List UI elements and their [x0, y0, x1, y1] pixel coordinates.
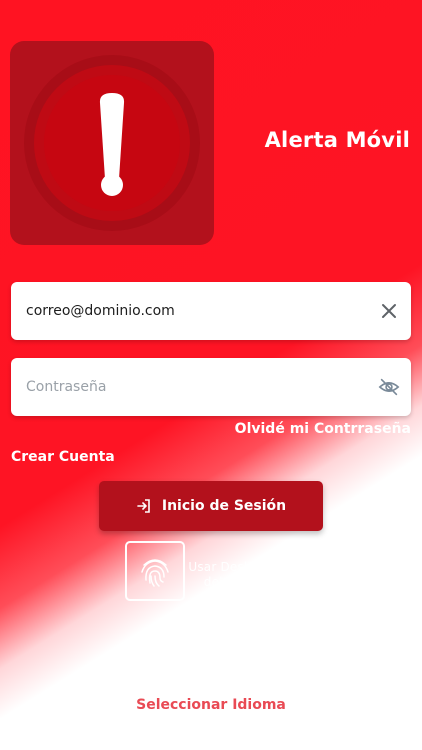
login-button[interactable]: Inicio de Sesión [99, 481, 323, 531]
alert-exclamation-icon [24, 55, 200, 231]
clear-button[interactable] [377, 299, 401, 323]
email-input[interactable] [26, 282, 356, 340]
password-visibility-toggle[interactable] [377, 375, 401, 399]
login-arrow-icon [137, 499, 150, 513]
fingerprint-icon [141, 559, 169, 587]
login-button-label: Inicio de Sesión [161, 498, 287, 514]
password-field[interactable] [11, 358, 411, 416]
app-title: Alerta Móvil [264, 128, 410, 152]
biometric-label-line2: del Teléfono [203, 575, 279, 589]
email-field[interactable] [11, 282, 411, 340]
select-language-link[interactable]: Seleccionar Idioma [0, 697, 422, 713]
biometric-unlock-button[interactable] [125, 541, 185, 601]
forgot-password-link[interactable]: Olvidé mi Contrraseña [235, 421, 411, 437]
eye-slash-icon [378, 378, 400, 396]
close-icon [382, 304, 396, 318]
create-account-link[interactable]: Crear Cuenta [11, 449, 115, 465]
app-logo [10, 41, 214, 245]
password-input[interactable] [26, 358, 356, 416]
biometric-unlock-label: Usar Desbloqueo del Teléfono [186, 560, 296, 590]
biometric-label-line1: Usar Desbloqueo [188, 560, 294, 574]
